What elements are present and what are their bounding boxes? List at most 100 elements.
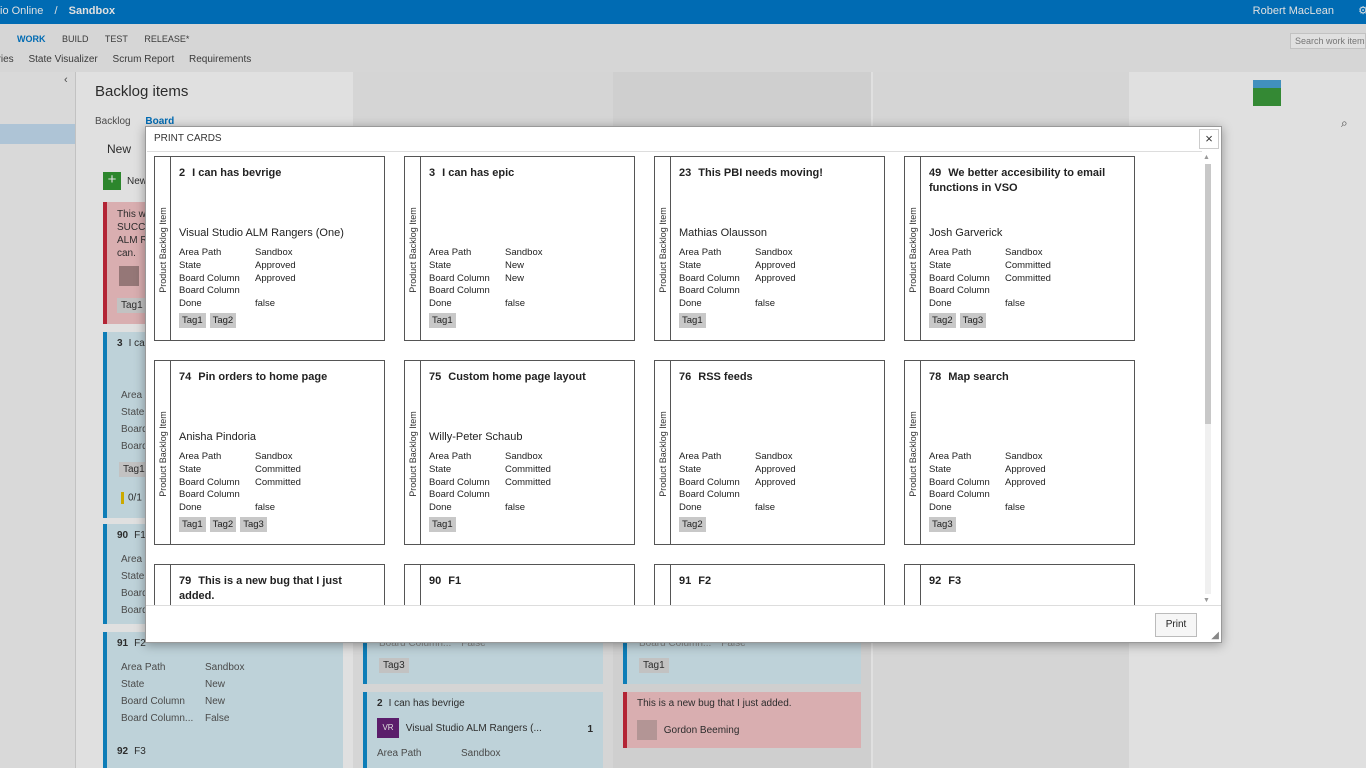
- scrollbar-thumb[interactable]: [1205, 164, 1211, 424]
- field-label: Done: [679, 298, 702, 310]
- field-value: Committed: [255, 463, 301, 475]
- card-field: State New: [429, 260, 629, 273]
- card-field: Board Column: [179, 489, 379, 502]
- field-value: Committed: [505, 463, 551, 475]
- card-fields: Area Path Sandbox State Committed Board Colu…: [179, 451, 379, 515]
- card-field: Area Path Sandbox: [929, 247, 1129, 260]
- close-button[interactable]: ×: [1199, 129, 1219, 149]
- card-tags: Tag1 Tag2 Tag3: [179, 517, 271, 532]
- card-title: 75 Custom home page layout: [429, 370, 629, 385]
- field-label: Done: [179, 298, 202, 310]
- card-fields: Area Path Sandbox State Approved Board Colum…: [679, 451, 879, 515]
- card-id: 76: [679, 371, 692, 383]
- card-title: 91 F2: [679, 574, 879, 589]
- card-assigned-to: Anisha Pindoria: [179, 431, 257, 443]
- card-field: Board Column: [679, 285, 879, 298]
- print-cards-list[interactable]: Product Backlog Item 2 I can has bevrige Vi…: [147, 151, 1202, 605]
- field-value: New: [505, 272, 525, 284]
- card-field: Board Column Committed: [179, 477, 379, 490]
- card-type-label: Product Backlog Item: [408, 411, 418, 497]
- dialog-scrollbar[interactable]: ▲ ▼: [1203, 154, 1213, 604]
- field-label: Board Column: [429, 285, 490, 297]
- print-card: Product Backlog Item 76 RSS feeds Area Path…: [654, 360, 885, 545]
- field-label: Board Column: [179, 285, 240, 297]
- card-title-text: This is a new bug that I just added.: [179, 575, 342, 602]
- card-type-strip: Product Backlog Item: [405, 157, 421, 340]
- field-value: Committed: [255, 476, 301, 488]
- print-card: Product Backlog Item 3 I can has epic Area …: [404, 156, 635, 341]
- field-value: Approved: [755, 463, 796, 475]
- card-tag: Tag3: [929, 517, 956, 532]
- field-label: Board Column: [929, 476, 990, 488]
- card-type-strip: Product Backlog Item: [655, 157, 671, 340]
- field-label: Area Path: [179, 451, 222, 462]
- card-id: 91: [679, 575, 692, 587]
- card-title-text: I can has bevrige: [192, 167, 282, 179]
- field-value: Approved: [755, 476, 796, 488]
- card-title: 49 We better accesibility to email functi…: [929, 166, 1129, 196]
- card-field: Board Column: [429, 285, 629, 298]
- card-title: 78 Map search: [929, 370, 1129, 385]
- card-tags: Tag1: [679, 313, 710, 328]
- card-fields: Area Path Sandbox State Approved Board Colum…: [679, 247, 879, 311]
- field-value: Committed: [1005, 259, 1051, 271]
- field-label: Area Path: [679, 451, 722, 462]
- card-id: 90: [429, 575, 442, 587]
- field-value: Approved: [1005, 476, 1046, 488]
- field-label: Board Column: [929, 272, 990, 284]
- field-label: Board Column: [179, 476, 240, 488]
- card-tags: Tag1 Tag2: [179, 313, 240, 328]
- field-label: Done: [929, 298, 952, 310]
- field-label: State: [179, 259, 202, 271]
- card-field: State Approved: [679, 260, 879, 273]
- card-title-text: Pin orders to home page: [198, 371, 328, 383]
- card-field: Board Column Approved: [679, 273, 879, 286]
- scroll-up-icon[interactable]: ▲: [1203, 154, 1210, 161]
- card-field: Board Column: [929, 489, 1129, 502]
- card-title: 74 Pin orders to home page: [179, 370, 379, 385]
- card-tag: Tag2: [209, 313, 237, 328]
- card-field: Done false: [179, 298, 379, 311]
- card-type-label: Product Backlog Item: [908, 207, 918, 293]
- card-field: Done false: [179, 502, 379, 515]
- dialog-title: PRINT CARDS: [154, 133, 222, 144]
- field-label: Done: [429, 298, 452, 310]
- field-value: Approved: [1005, 463, 1046, 475]
- field-label: Done: [179, 502, 202, 514]
- card-tags: Tag1: [429, 517, 460, 532]
- card-field: Area Path Sandbox: [929, 451, 1129, 464]
- resize-grip-icon[interactable]: ◢: [1211, 630, 1219, 641]
- card-field: Area Path Sandbox: [179, 451, 379, 464]
- card-tag: Tag2: [209, 517, 237, 532]
- card-field: Board Column Committed: [929, 273, 1129, 286]
- card-field: State Committed: [179, 464, 379, 477]
- card-field: Done false: [929, 502, 1129, 515]
- print-card: Product Backlog Item 23 This PBI needs mov…: [654, 156, 885, 341]
- card-field: Area Path Sandbox: [429, 451, 629, 464]
- field-label: Area Path: [679, 247, 722, 258]
- card-assigned-to: Willy-Peter Schaub: [429, 431, 523, 443]
- card-id: 3: [429, 167, 436, 179]
- card-type-label: Product Backlog Item: [658, 207, 668, 293]
- field-label: Board Column: [679, 272, 740, 284]
- print-button[interactable]: Print: [1155, 613, 1197, 637]
- scroll-down-icon[interactable]: ▼: [1203, 597, 1210, 604]
- card-field: Done false: [929, 298, 1129, 311]
- print-card: Product Backlog Item 75 Custom home page l…: [404, 360, 635, 545]
- field-label: State: [429, 259, 452, 271]
- print-card: Product Backlog Item 78 Map search Area Pat…: [904, 360, 1135, 545]
- field-label: Done: [929, 502, 952, 514]
- card-field: Area Path Sandbox: [679, 247, 879, 260]
- card-tag: Tag1: [679, 313, 706, 328]
- card-type-label: Product Backlog Item: [658, 411, 668, 497]
- field-value: Sandbox: [1005, 247, 1043, 258]
- card-field: State Approved: [679, 464, 879, 477]
- card-tag: Tag1: [179, 517, 206, 532]
- field-label: Done: [429, 502, 452, 514]
- card-title-text: F2: [698, 575, 712, 587]
- card-field: Board Column: [929, 285, 1129, 298]
- card-field: Done false: [429, 298, 629, 311]
- card-tag: Tag3: [959, 313, 987, 328]
- field-value: Sandbox: [505, 451, 543, 462]
- card-type-strip: Product Backlog Item: [655, 361, 671, 544]
